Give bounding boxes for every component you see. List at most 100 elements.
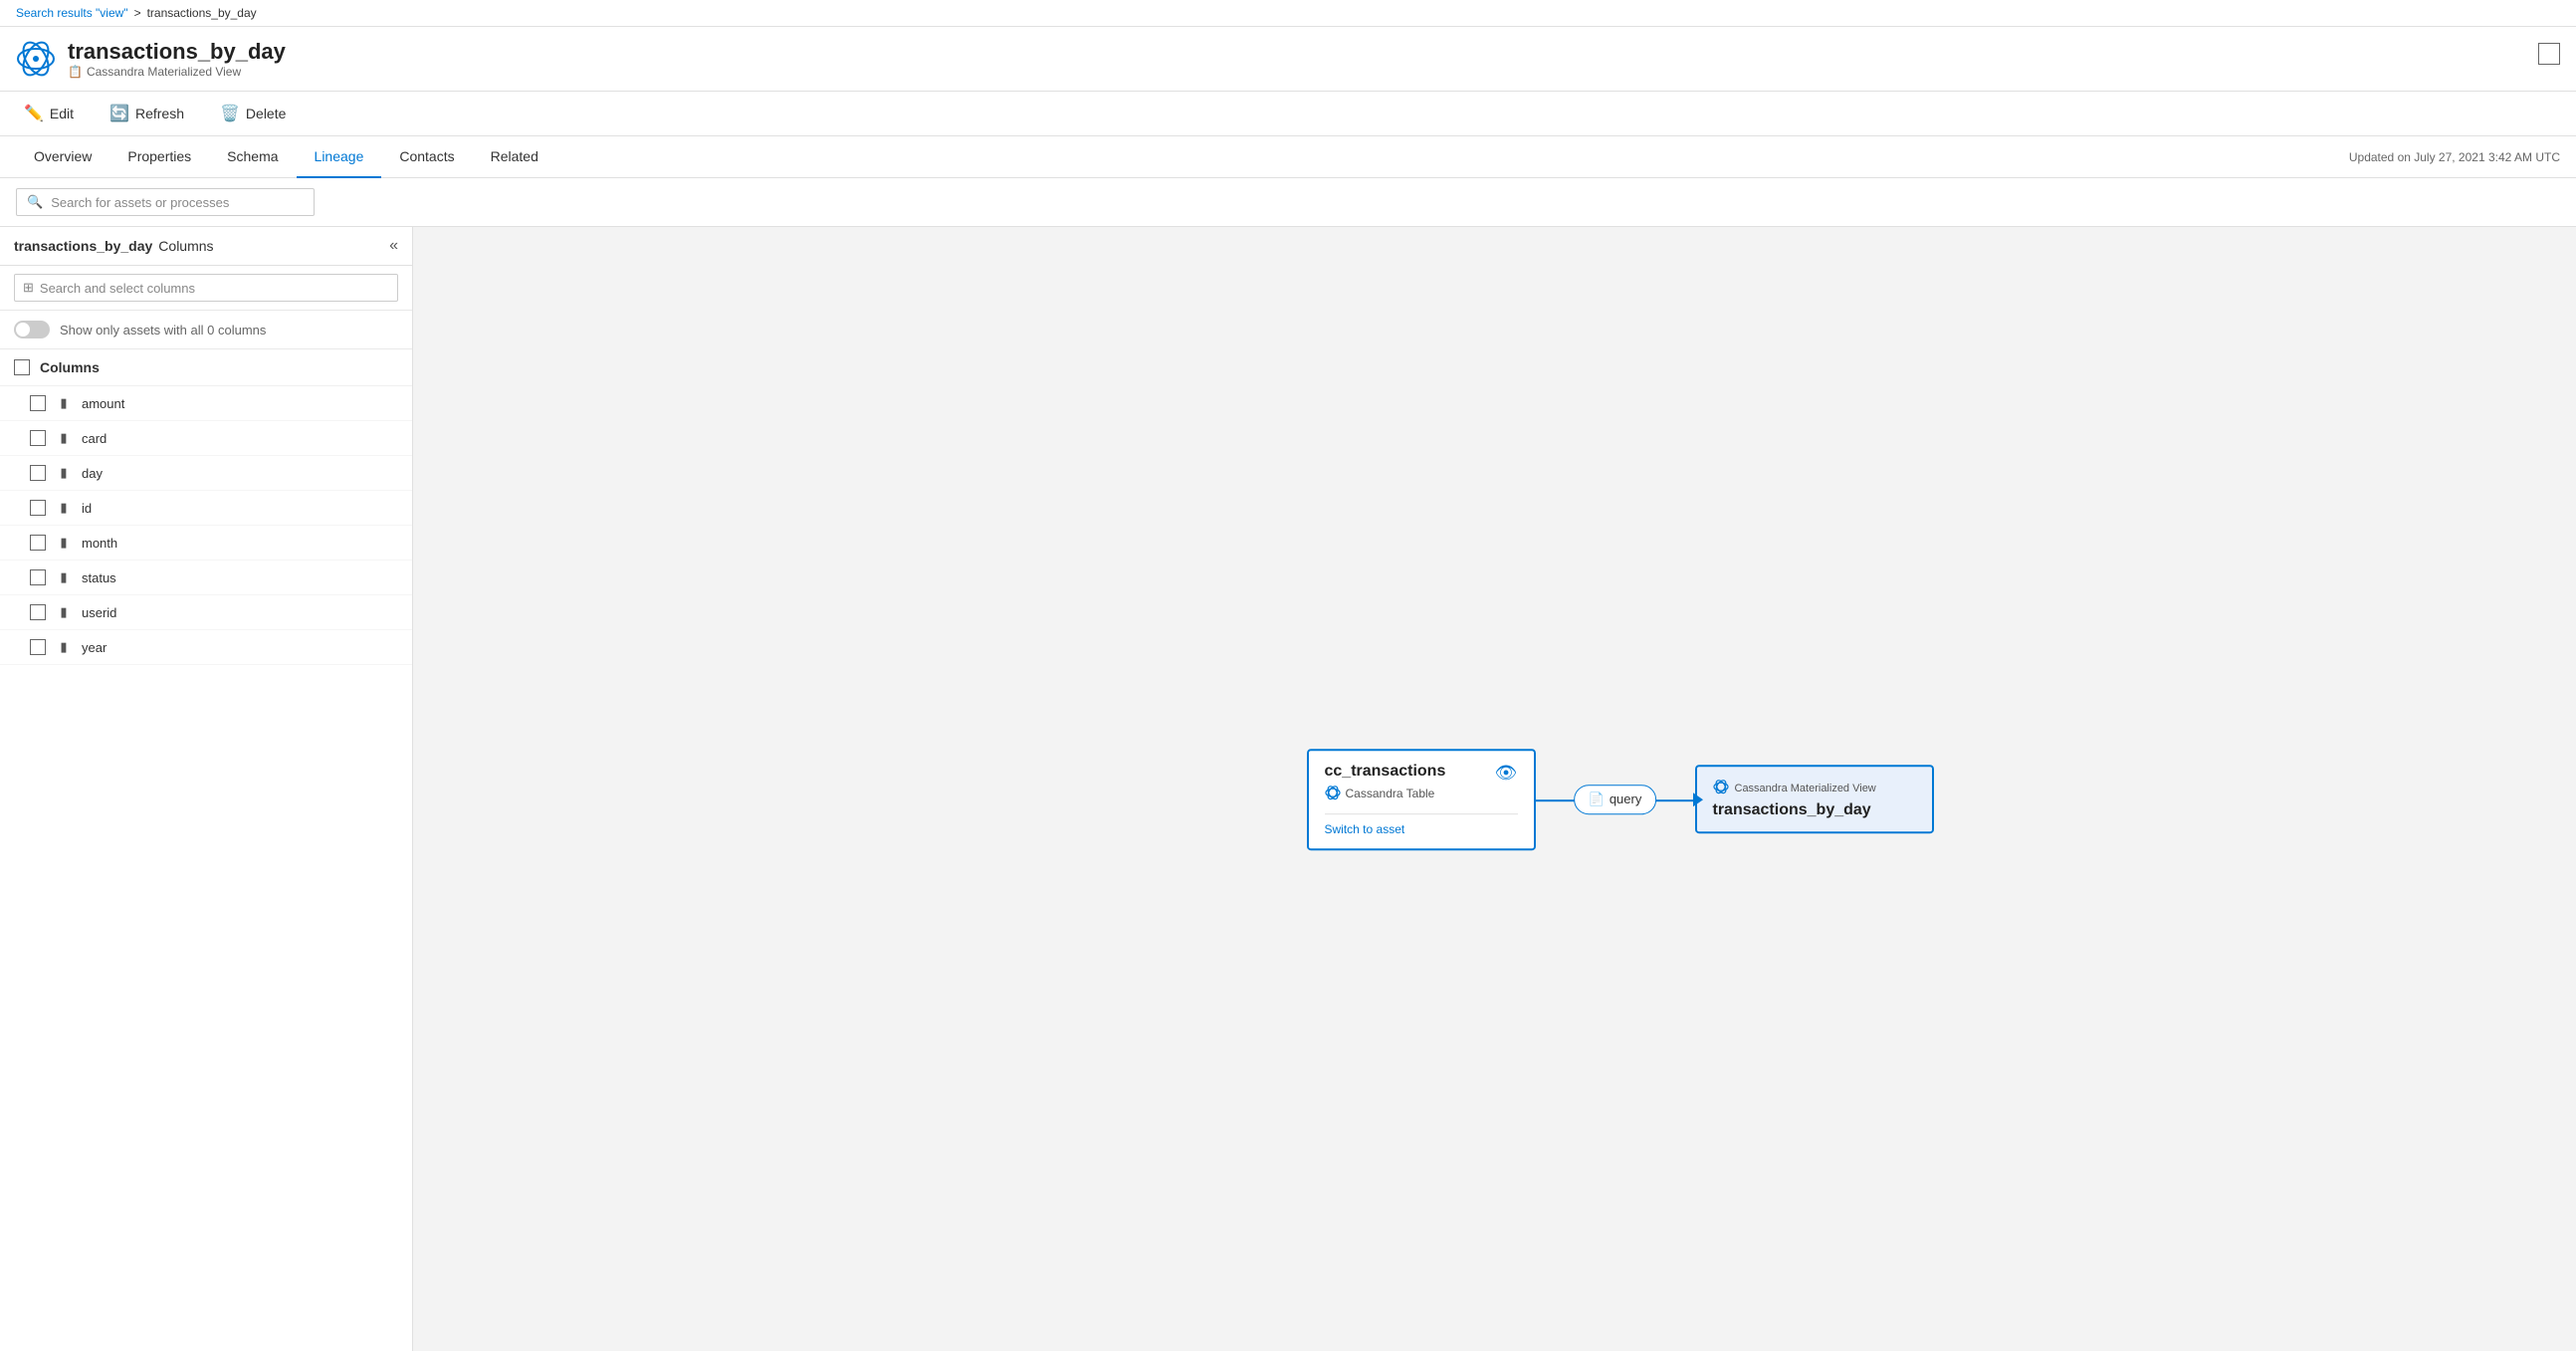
- target-node-type-label: Cassandra Materialized View: [1735, 783, 1876, 794]
- column-filter: ⊞ Search and select columns: [0, 266, 412, 311]
- target-node-title: transactions_by_day: [1713, 801, 1916, 819]
- column-type-icon: ▮: [56, 604, 72, 620]
- search-bar-wrapper: 🔍 Search for assets or processes: [0, 178, 2576, 227]
- column-type-icon: ▮: [56, 395, 72, 411]
- tab-related[interactable]: Related: [473, 136, 556, 178]
- list-item: ▮ id: [0, 491, 412, 526]
- delete-icon: 🗑️: [220, 104, 240, 123]
- list-item: ▮ day: [0, 456, 412, 491]
- panel-title-bold: transactions_by_day: [14, 238, 152, 254]
- breadcrumb-separator: >: [134, 6, 141, 20]
- process-node-label: query: [1610, 791, 1642, 806]
- updated-timestamp: Updated on July 27, 2021 3:42 AM UTC: [2349, 150, 2560, 164]
- column-type-icon: ▮: [56, 430, 72, 446]
- maximize-button[interactable]: [2538, 43, 2560, 65]
- cassandra-logo: [16, 39, 56, 79]
- list-item: ▮ status: [0, 561, 412, 595]
- list-item: ▮ userid: [0, 595, 412, 630]
- panel-header: transactions_by_day Columns «: [0, 227, 412, 266]
- asset-search-input[interactable]: 🔍 Search for assets or processes: [16, 188, 315, 216]
- panel-title: transactions_by_day Columns: [14, 238, 214, 254]
- source-node-subtitle-text: Cassandra Table: [1346, 787, 1435, 800]
- edit-icon: ✏️: [24, 104, 44, 123]
- target-node-header: Cassandra Materialized View: [1713, 779, 1916, 797]
- column-name-id: id: [82, 501, 92, 516]
- breadcrumb-current: transactions_by_day: [147, 6, 257, 20]
- column-name-status: status: [82, 570, 116, 585]
- search-placeholder-text: Search for assets or processes: [51, 195, 229, 210]
- tab-overview[interactable]: Overview: [16, 136, 109, 178]
- cassandra-icon: [1325, 785, 1341, 803]
- main-layout: transactions_by_day Columns « ⊞ Search a…: [0, 227, 2576, 1351]
- tab-contacts[interactable]: Contacts: [381, 136, 472, 178]
- tab-bar: Overview Properties Schema Lineage Conta…: [0, 136, 2576, 178]
- source-node: cc_transactions Cassandra Table: [1307, 749, 1536, 850]
- columns-header-checkbox[interactable]: [14, 359, 30, 375]
- refresh-icon: 🔄: [109, 104, 129, 123]
- left-panel: transactions_by_day Columns « ⊞ Search a…: [0, 227, 413, 1351]
- lineage-diagram-area: cc_transactions Cassandra Table: [413, 227, 2576, 1351]
- month-checkbox[interactable]: [30, 535, 46, 551]
- edit-button[interactable]: ✏️ Edit: [16, 100, 82, 127]
- tab-properties[interactable]: Properties: [109, 136, 209, 178]
- breadcrumb-link[interactable]: Search results "view": [16, 6, 128, 20]
- lineage-container: cc_transactions Cassandra Table: [1307, 749, 1934, 850]
- list-item: ▮ card: [0, 421, 412, 456]
- target-cassandra-icon: [1713, 779, 1729, 797]
- column-type-icon: ▮: [56, 569, 72, 585]
- source-node-title: cc_transactions: [1325, 763, 1446, 781]
- list-item: ▮ year: [0, 630, 412, 665]
- toggle-row: Show only assets with all 0 columns: [0, 311, 412, 349]
- edit-label: Edit: [50, 106, 74, 121]
- switch-to-asset-link[interactable]: Switch to asset: [1325, 813, 1518, 836]
- tab-schema[interactable]: Schema: [209, 136, 296, 178]
- refresh-label: Refresh: [135, 106, 184, 121]
- window-controls: [2538, 43, 2560, 67]
- column-name-card: card: [82, 431, 107, 446]
- panel-title-suffix: Columns: [158, 238, 213, 254]
- delete-button[interactable]: 🗑️ Delete: [212, 100, 294, 127]
- column-name-month: month: [82, 536, 117, 551]
- header-title-block: transactions_by_day 📋 Cassandra Material…: [68, 39, 286, 79]
- column-list: Columns ▮ amount ▮ card ▮ day ▮ id: [0, 349, 412, 665]
- amount-checkbox[interactable]: [30, 395, 46, 411]
- source-node-title-block: cc_transactions Cassandra Table: [1325, 763, 1446, 803]
- search-icon: 🔍: [27, 194, 43, 210]
- asset-title: transactions_by_day: [68, 39, 286, 65]
- asset-subtitle: 📋 Cassandra Materialized View: [68, 65, 286, 79]
- userid-checkbox[interactable]: [30, 604, 46, 620]
- filter-icon: ⊞: [23, 280, 34, 296]
- column-type-icon: ▮: [56, 465, 72, 481]
- arrow-head: [1693, 792, 1703, 806]
- column-name-userid: userid: [82, 605, 116, 620]
- column-type-icon: ▮: [56, 535, 72, 551]
- column-search-input[interactable]: ⊞ Search and select columns: [14, 274, 398, 302]
- year-checkbox[interactable]: [30, 639, 46, 655]
- toggle-label: Show only assets with all 0 columns: [60, 323, 266, 338]
- column-name-amount: amount: [82, 396, 124, 411]
- toolbar: ✏️ Edit 🔄 Refresh 🗑️ Delete: [0, 92, 2576, 136]
- status-checkbox[interactable]: [30, 569, 46, 585]
- card-checkbox[interactable]: [30, 430, 46, 446]
- column-name-year: year: [82, 640, 107, 655]
- list-item: ▮ month: [0, 526, 412, 561]
- target-node: Cassandra Materialized View transactions…: [1695, 765, 1934, 833]
- column-type-icon: ▮: [56, 639, 72, 655]
- id-checkbox[interactable]: [30, 500, 46, 516]
- column-type-icon: ▮: [56, 500, 72, 516]
- show-assets-toggle[interactable]: [14, 321, 50, 338]
- breadcrumb: Search results "view" > transactions_by_…: [0, 0, 2576, 27]
- column-name-day: day: [82, 466, 103, 481]
- process-node: 📄 query: [1574, 785, 1657, 814]
- day-checkbox[interactable]: [30, 465, 46, 481]
- list-item: ▮ amount: [0, 386, 412, 421]
- collapse-panel-button[interactable]: «: [389, 237, 398, 255]
- source-node-header: cc_transactions Cassandra Table: [1325, 763, 1518, 803]
- columns-group-header: Columns: [0, 349, 412, 386]
- refresh-button[interactable]: 🔄 Refresh: [102, 100, 192, 127]
- subtitle-icon: 📋: [68, 65, 83, 79]
- source-node-subtitle: Cassandra Table: [1325, 785, 1446, 803]
- columns-header-label: Columns: [40, 359, 100, 375]
- source-node-eye-icon[interactable]: 👁: [1495, 763, 1518, 784]
- tab-lineage[interactable]: Lineage: [297, 136, 382, 178]
